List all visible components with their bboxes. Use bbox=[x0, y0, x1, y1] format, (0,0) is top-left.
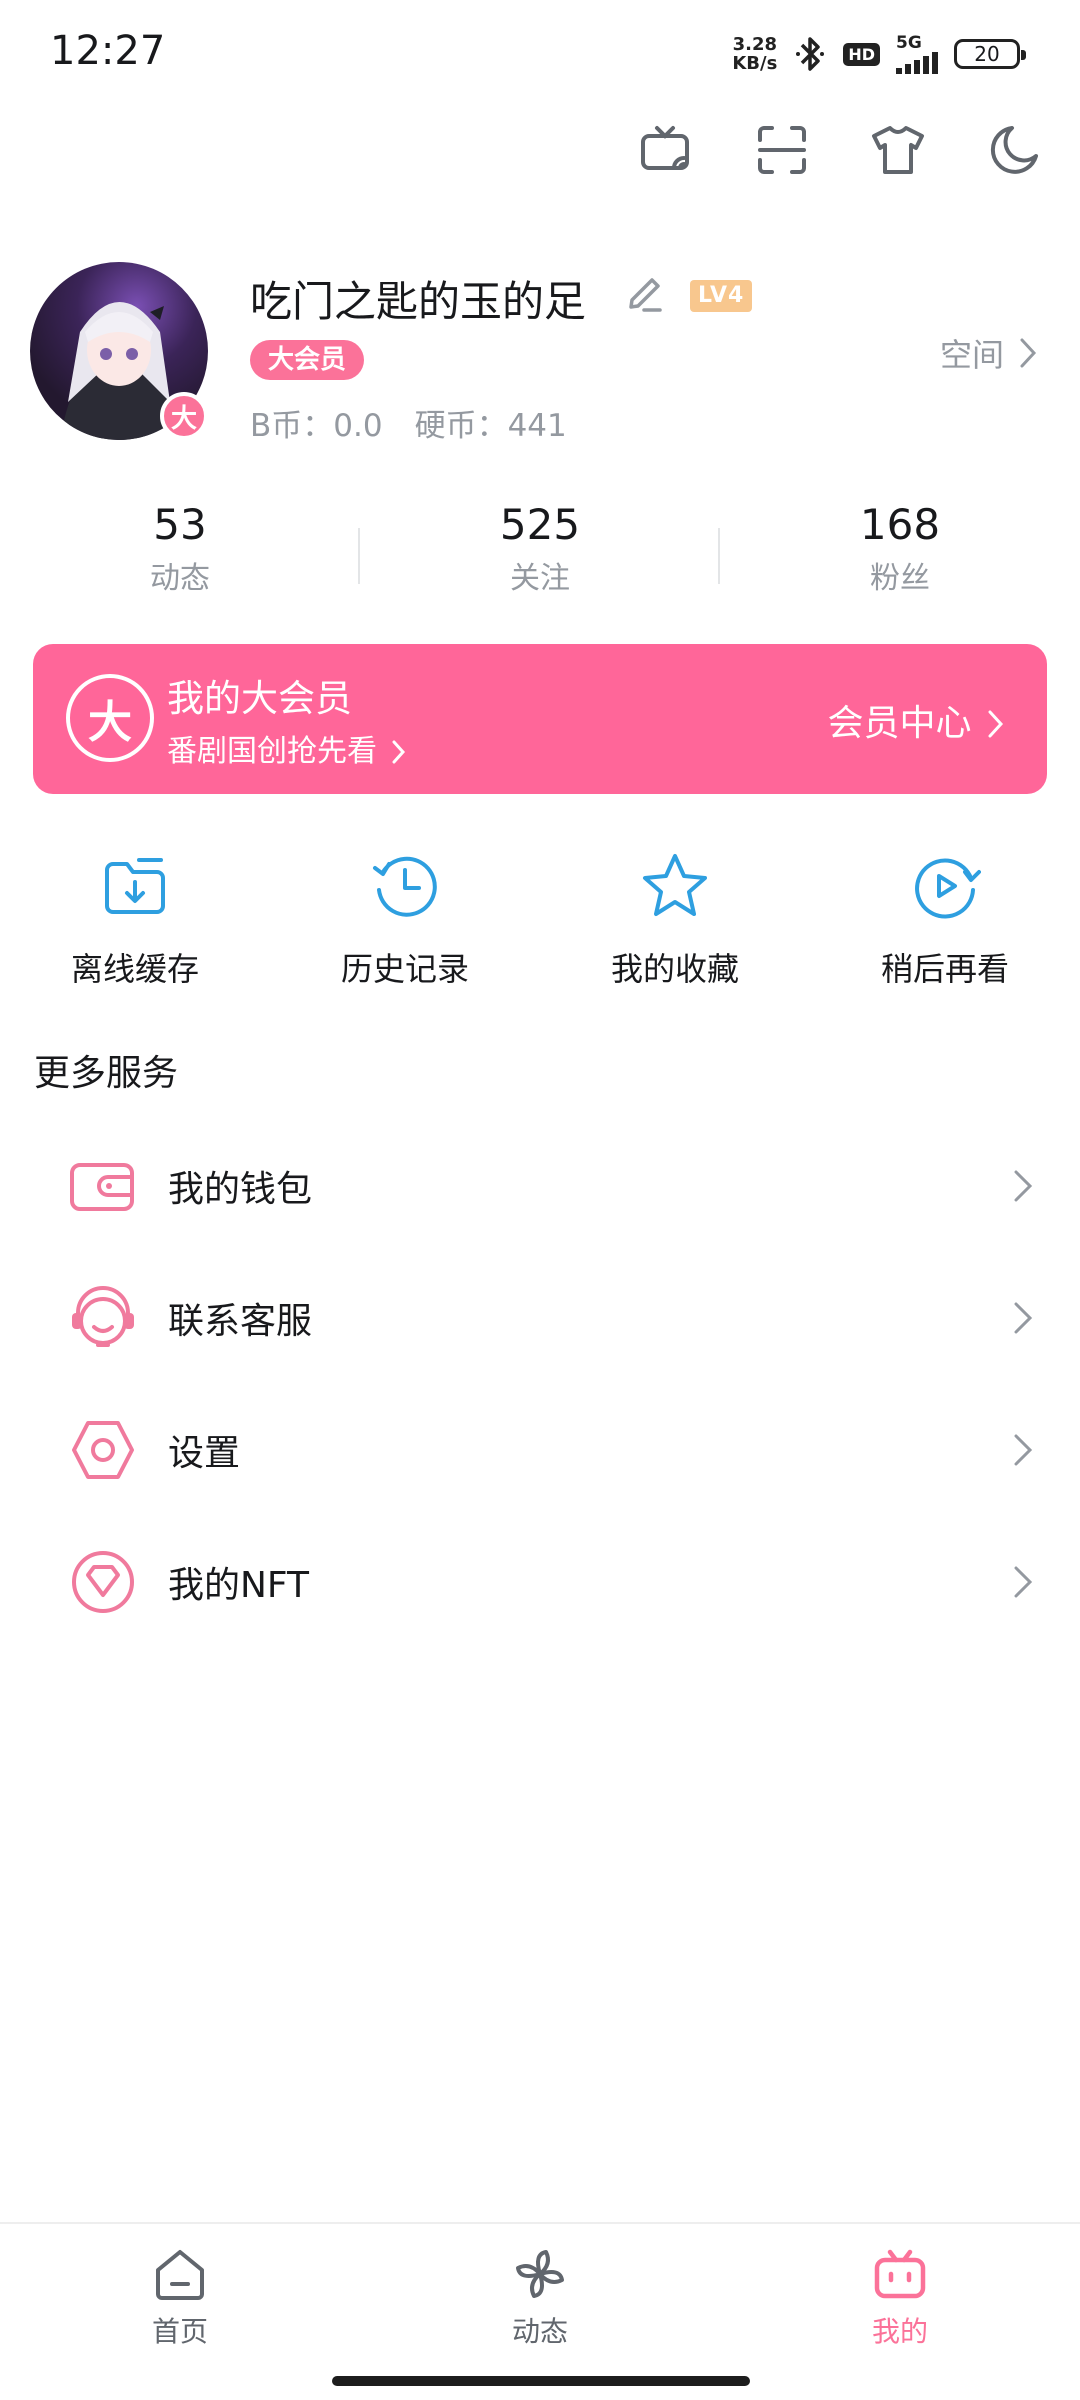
more-services-list: 我的钱包 联系客服 设置 我的NFT bbox=[0, 1120, 1080, 1648]
bcoin-balance[interactable]: B币：0.0 bbox=[250, 400, 383, 445]
favorites-button[interactable]: 我的收藏 bbox=[540, 850, 810, 990]
stat-following[interactable]: 525 关注 bbox=[360, 500, 720, 597]
vip-icon: 大 bbox=[66, 674, 154, 762]
edit-icon[interactable] bbox=[622, 270, 666, 314]
hd-badge: HD bbox=[843, 42, 880, 66]
menu-item-nft[interactable]: 我的NFT bbox=[0, 1516, 1080, 1648]
coin-info: B币：0.0 硬币：441 bbox=[250, 400, 567, 445]
stat-fans[interactable]: 168 粉丝 bbox=[720, 500, 1080, 597]
vip-tag[interactable]: 大会员 bbox=[250, 340, 365, 380]
dynamic-icon bbox=[516, 2250, 564, 2298]
hardcoin-balance[interactable]: 硬币：441 bbox=[415, 400, 567, 445]
nav-dynamic[interactable]: 动态 bbox=[360, 2224, 720, 2400]
bluetooth-icon bbox=[796, 37, 825, 71]
tshirt-icon[interactable] bbox=[870, 122, 926, 178]
customer-service-icon bbox=[72, 1286, 134, 1347]
moon-icon[interactable] bbox=[986, 122, 1042, 178]
username[interactable]: 吃门之匙的玉的足 bbox=[250, 268, 586, 329]
chevron-right-icon bbox=[1014, 1566, 1033, 1598]
offline-cache-button[interactable]: 离线缓存 bbox=[0, 850, 270, 990]
vip-title: 我的大会员 bbox=[167, 677, 352, 720]
settings-icon bbox=[72, 1421, 134, 1479]
vip-center-link[interactable]: 会员中心 bbox=[828, 694, 1005, 746]
chevron-right-icon bbox=[392, 740, 405, 764]
quick-actions: 离线缓存 历史记录 我的收藏 稍后再看 bbox=[0, 850, 1080, 990]
status-time: 12:27 bbox=[50, 28, 166, 74]
tv-cast-icon[interactable] bbox=[638, 122, 694, 178]
offline-cache-icon bbox=[105, 858, 165, 914]
section-title-more-services: 更多服务 bbox=[34, 1053, 179, 1094]
level-badge: LV4 bbox=[690, 280, 753, 312]
chevron-right-icon bbox=[1014, 1434, 1033, 1466]
nav-home[interactable]: 首页 bbox=[0, 2224, 360, 2400]
menu-item-settings[interactable]: 设置 bbox=[0, 1384, 1080, 1516]
home-indicator[interactable] bbox=[332, 2376, 750, 2386]
chevron-right-icon bbox=[1014, 1170, 1033, 1202]
my-tv-icon bbox=[874, 2249, 926, 2299]
status-icons: 3.28 KB/s HD 5G 20 bbox=[732, 30, 1026, 78]
chevron-right-icon bbox=[1014, 1302, 1033, 1334]
stat-dynamic[interactable]: 53 动态 bbox=[0, 500, 360, 597]
bottom-nav: 首页 动态 我的 bbox=[0, 2222, 1080, 2400]
signal-icon: 5G bbox=[896, 34, 938, 74]
vip-avatar-badge: 大 bbox=[160, 392, 208, 440]
nft-icon bbox=[72, 1551, 134, 1613]
battery-icon: 20 bbox=[954, 39, 1026, 69]
stats-row: 53 动态 525 关注 168 粉丝 bbox=[0, 500, 1080, 597]
wallet-icon bbox=[70, 1163, 134, 1211]
menu-item-customer-service[interactable]: 联系客服 bbox=[0, 1252, 1080, 1384]
home-icon bbox=[156, 2250, 204, 2300]
star-icon bbox=[643, 854, 707, 916]
history-button[interactable]: 历史记录 bbox=[270, 850, 540, 990]
nav-mine[interactable]: 我的 bbox=[720, 2224, 1080, 2400]
menu-item-wallet[interactable]: 我的钱包 bbox=[0, 1120, 1080, 1252]
scan-icon[interactable] bbox=[754, 122, 810, 178]
net-speed: 3.28 KB/s bbox=[732, 34, 778, 74]
space-link[interactable]: 空间 bbox=[940, 330, 1038, 376]
top-toolbar bbox=[638, 122, 1042, 178]
chevron-right-icon bbox=[988, 710, 1004, 738]
watch-later-button[interactable]: 稍后再看 bbox=[810, 850, 1080, 990]
history-icon bbox=[373, 856, 437, 917]
vip-banner[interactable]: 大 我的大会员 番剧国创抢先看 会员中心 bbox=[33, 644, 1047, 794]
vip-subtitle: 番剧国创抢先看 bbox=[167, 726, 407, 770]
watch-later-icon bbox=[915, 858, 981, 919]
chevron-right-icon bbox=[1020, 338, 1037, 368]
